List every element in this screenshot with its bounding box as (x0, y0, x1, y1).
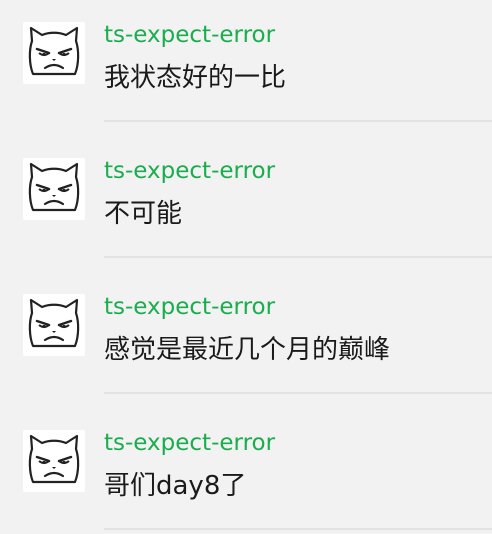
avatar[interactable] (23, 430, 85, 492)
message-item: ts-expect-error 感觉是最近几个月的巅峰 (0, 272, 492, 408)
message-text: 哥们day8了 (104, 471, 247, 501)
message-feed: ts-expect-error 我状态好的一比 ts-expect-error … (0, 0, 492, 534)
message-text: 我状态好的一比 (104, 63, 287, 93)
username[interactable]: ts-expect-error (104, 292, 275, 322)
message-item: ts-expect-error 不可能 (0, 136, 492, 272)
username[interactable]: ts-expect-error (104, 156, 275, 186)
message-text: 不可能 (104, 199, 183, 229)
username[interactable]: ts-expect-error (104, 428, 275, 458)
divider (104, 528, 492, 530)
message-item: ts-expect-error 哥们day8了 (0, 408, 492, 534)
grumpy-cat-icon (28, 162, 80, 212)
grumpy-cat-icon (28, 434, 80, 484)
divider (104, 392, 492, 394)
divider (104, 120, 492, 122)
message-item: ts-expect-error 我状态好的一比 (0, 0, 492, 136)
username[interactable]: ts-expect-error (104, 20, 275, 50)
avatar[interactable] (23, 294, 85, 356)
divider (104, 256, 492, 258)
avatar[interactable] (23, 158, 85, 220)
avatar[interactable] (23, 22, 85, 84)
message-text: 感觉是最近几个月的巅峰 (104, 335, 391, 365)
grumpy-cat-icon (28, 26, 80, 76)
grumpy-cat-icon (28, 298, 80, 348)
